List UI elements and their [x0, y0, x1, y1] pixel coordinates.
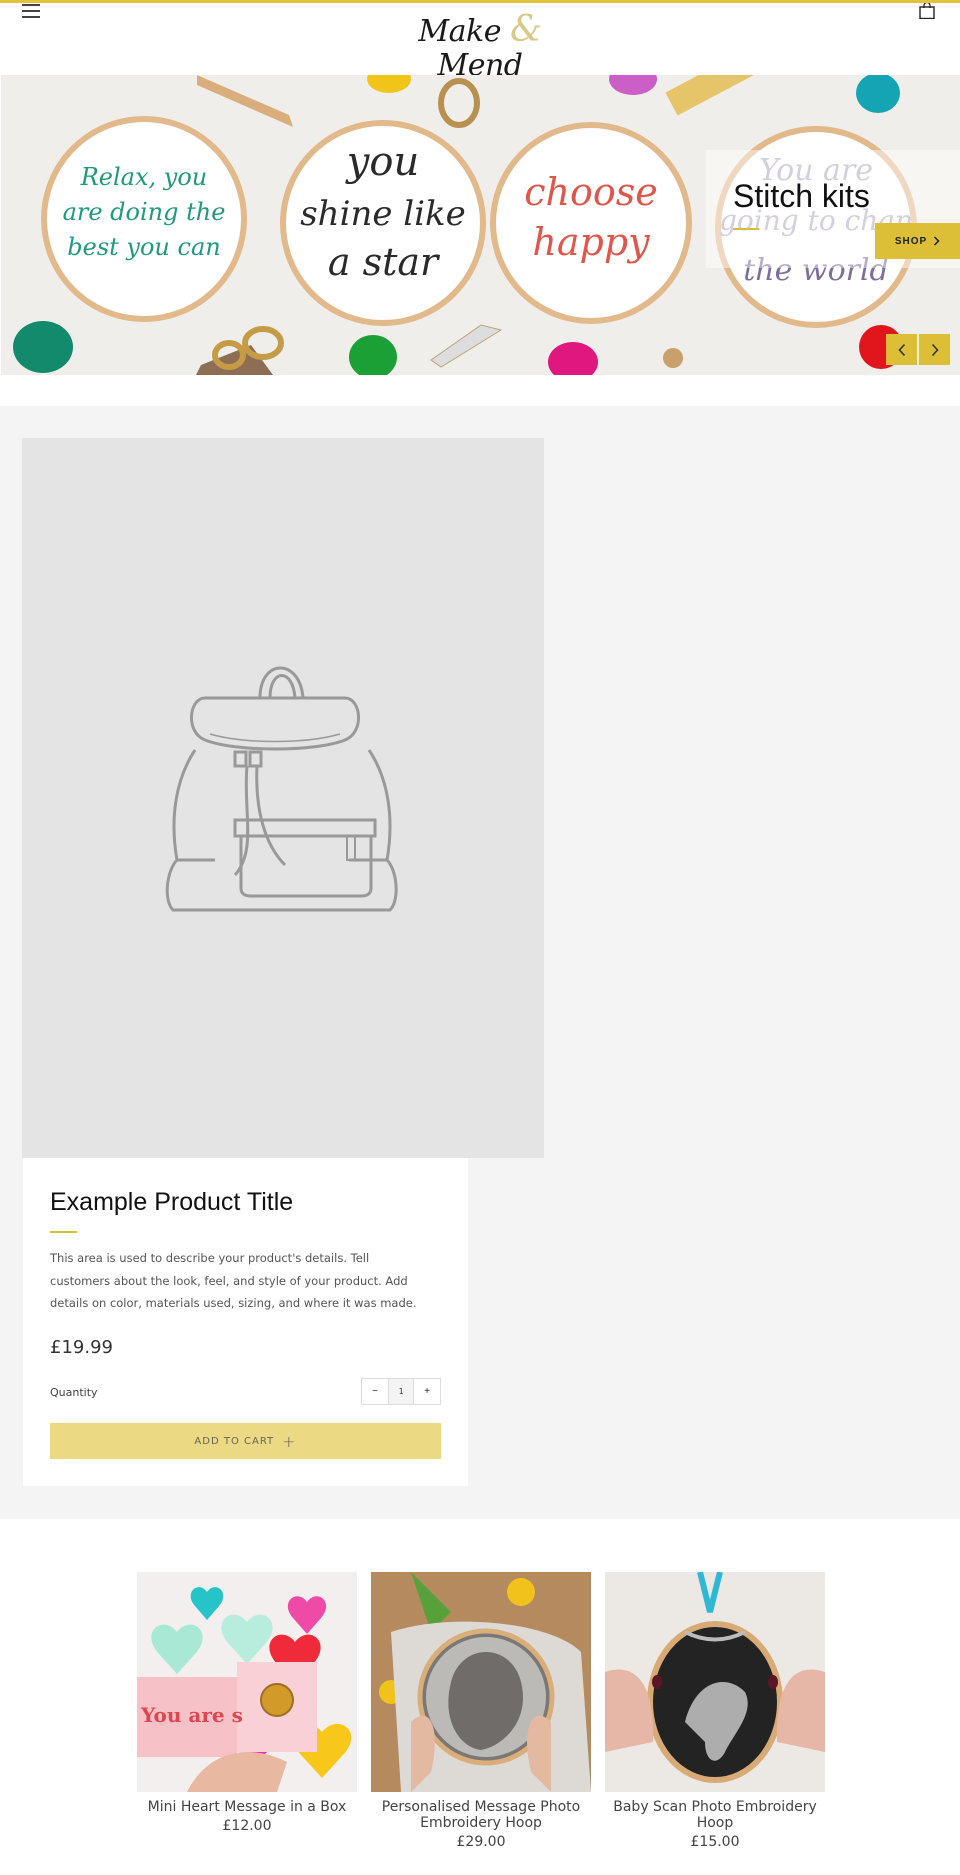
add-to-cart-label: ADD TO CART	[194, 1435, 275, 1447]
hoop-text: happy	[532, 220, 650, 264]
chevron-left-icon	[897, 343, 905, 356]
thread-spool-teal	[13, 321, 73, 373]
hoop-text: Relax, you	[80, 163, 208, 191]
quantity-decrease-button[interactable]: −	[362, 1379, 388, 1404]
logo-word-make: Make	[418, 14, 501, 49]
product-thumbnail[interactable]	[371, 1572, 591, 1792]
product-card[interactable]: Personalised Message Photo Embroidery Ho…	[371, 1572, 591, 1850]
quantity-stepper: − +	[361, 1378, 441, 1405]
product-image[interactable]	[22, 438, 544, 1158]
site-logo[interactable]: Make & Mend A STITCH IN TIME, MENDS THE …	[390, 12, 570, 95]
product-thumbnail[interactable]	[605, 1572, 825, 1792]
shopping-bag-icon[interactable]	[918, 1, 936, 20]
hoop-text: are doing the	[63, 198, 226, 226]
product-price: £19.99	[50, 1337, 113, 1358]
product-name[interactable]: Baby Scan Photo Embroidery Hoop	[605, 1799, 825, 1831]
slider-next-button[interactable]	[919, 334, 950, 365]
product-description: This area is used to describe your produ…	[50, 1251, 417, 1310]
title-underline	[50, 1231, 77, 1233]
hoop-text: shine like	[300, 194, 466, 234]
logo-wordmark: Make & Mend	[390, 12, 570, 83]
product-name[interactable]: Personalised Message Photo Embroidery Ho…	[371, 1799, 591, 1831]
related-products: You are s Mini Heart Message in a Box £1…	[137, 1572, 825, 1850]
product-title: Example Product Title	[50, 1188, 294, 1216]
quantity-input[interactable]	[388, 1379, 414, 1404]
shop-button[interactable]: SHOP	[875, 223, 960, 259]
hoop-text: best you can	[67, 233, 220, 261]
hero-caption-title: Stitch kits	[733, 178, 870, 214]
chevron-right-icon	[934, 236, 940, 246]
product-thumbnail[interactable]: You are s	[137, 1572, 357, 1792]
add-to-cart-button[interactable]: ADD TO CART +	[50, 1423, 441, 1459]
hoop-text: a star	[328, 240, 441, 284]
quantity-label: Quantity	[50, 1386, 98, 1399]
hoop-text: you	[345, 139, 419, 185]
site-header: Make & Mend A STITCH IN TIME, MENDS THE …	[0, 1, 960, 95]
product-card[interactable]: Baby Scan Photo Embroidery Hoop £15.00	[605, 1572, 825, 1850]
product-price: £29.00	[456, 1834, 506, 1850]
product-price: £15.00	[690, 1834, 740, 1850]
svg-text:You are s: You are s	[140, 1703, 243, 1727]
hero-caption-underline	[733, 228, 759, 230]
hamburger-menu-icon[interactable]	[22, 4, 42, 20]
product-price: £12.00	[222, 1818, 272, 1834]
product-card[interactable]: You are s Mini Heart Message in a Box £1…	[137, 1572, 357, 1850]
quantity-increase-button[interactable]: +	[414, 1379, 440, 1404]
backpack-placeholder-icon	[165, 666, 398, 912]
shop-button-label: SHOP	[894, 235, 928, 247]
slider-prev-button[interactable]	[886, 334, 917, 365]
product-name[interactable]: Mini Heart Message in a Box	[137, 1799, 357, 1815]
plus-icon: +	[282, 1431, 297, 1451]
hoop-text: choose	[524, 170, 658, 214]
chevron-right-icon	[931, 343, 939, 356]
logo-ampersand: &	[510, 9, 542, 50]
